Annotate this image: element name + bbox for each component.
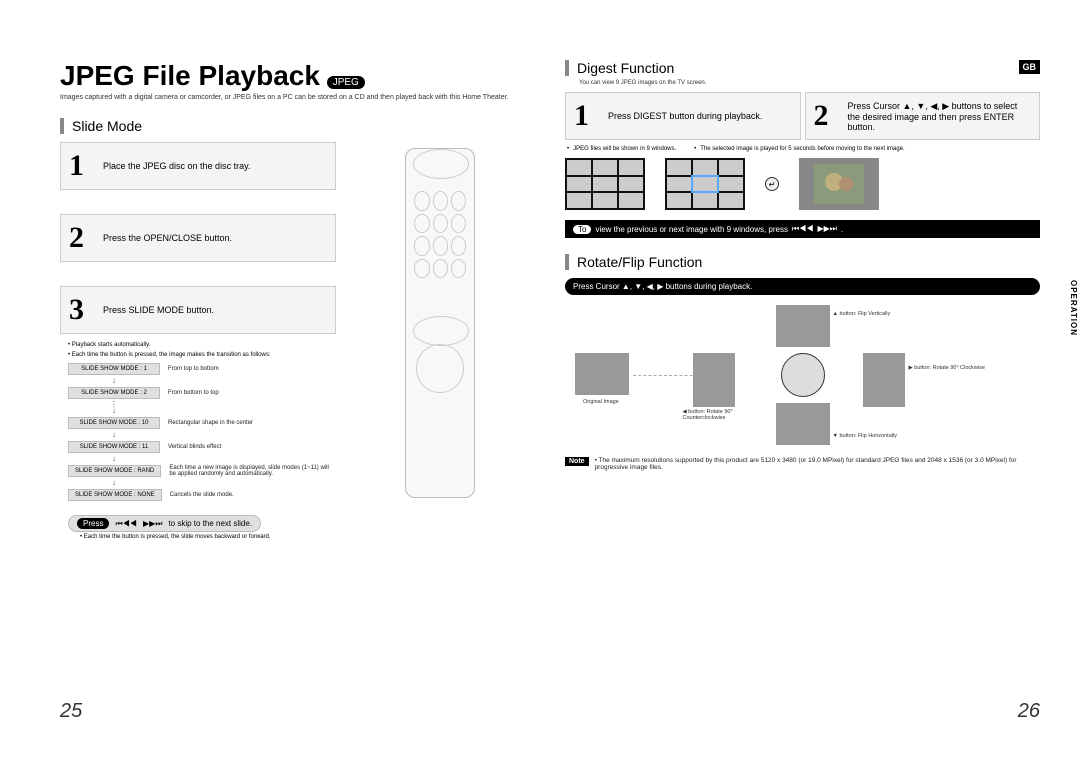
rotate-down-thumb	[776, 403, 830, 445]
step-2-number: 2	[69, 221, 93, 255]
step-2: 2 Press the OPEN/CLOSE button.	[60, 214, 336, 262]
digest-step1-num: 1	[574, 99, 598, 133]
mode-2-desc: From bottom to top	[168, 390, 219, 396]
digest-heading: Digest Function	[565, 60, 1040, 76]
slide-mode-notes: • Playback starts automatically. • Each …	[68, 340, 336, 501]
rotate-left-label: ◀ button: Rotate 90° Counterclockwise	[683, 409, 753, 421]
rotate-original-thumb	[575, 353, 629, 395]
skip-back-icon: ⏮◀◀	[115, 519, 136, 529]
rotate-up-label: ▲ button: Flip Vertically	[833, 311, 891, 317]
step-3-number: 3	[69, 293, 93, 327]
mode-1-label: SLIDE SHOW MODE : 1	[68, 363, 160, 375]
rotate-instruction-bar: Press Cursor ▲, ▼, ◀, ▶ buttons during p…	[565, 278, 1040, 295]
digest-strip-prefix: To	[573, 225, 591, 234]
rotate-center-dpad	[781, 353, 825, 397]
operation-side-tab: OPERATION	[1069, 280, 1078, 336]
digest-step-2: 2 Press Cursor ▲, ▼, ◀, ▶ buttons to sel…	[805, 92, 1041, 140]
rotate-heading: Rotate/Flip Function	[565, 254, 1040, 270]
digest-nav-strip: To view the previous or next image with …	[565, 220, 1040, 238]
jpeg-badge: JPEG	[327, 76, 365, 89]
digest-grid-1	[565, 158, 645, 210]
mode-2-label: SLIDE SHOW MODE : 2	[68, 387, 160, 399]
step-3: 3 Press SLIDE MODE button.	[60, 286, 336, 334]
prev-icon: ⏮◀◀	[792, 224, 813, 234]
next-icon: ▶▶⏭	[817, 224, 837, 234]
page-number-right: 26	[1018, 700, 1040, 723]
skip-slide-bar: Press ⏮◀◀ ▶▶⏭ to skip to the next slide.	[68, 515, 261, 532]
digest-grid-2	[665, 158, 745, 210]
arrow-down-icon: ↓	[68, 480, 160, 486]
step-1-number: 1	[69, 149, 93, 183]
skip-prefix: Press	[77, 518, 109, 529]
rotate-up-thumb	[776, 305, 830, 347]
digest-sub1: JPEG files will be shown in 9 windows.	[573, 146, 676, 152]
arrow-down-icon: ↓	[68, 378, 160, 384]
digest-step2-num: 2	[814, 99, 838, 133]
note-box: Note • The maximum resolutions supported…	[565, 457, 1040, 471]
mode-11-desc: Vertical blinds effect	[168, 444, 221, 450]
note-text: The maximum resolutions supported by thi…	[595, 457, 1017, 471]
arrow-down-icon: ⋮↓	[68, 402, 160, 414]
rotate-diagram: Original Image ▲ button: Flip Vertically…	[565, 305, 1040, 445]
digest-thumbnails: ↵	[565, 158, 1040, 210]
rotate-down-label: ▼ button: Flip Horizontally	[833, 433, 897, 439]
digest-step2-text: Press Cursor ▲, ▼, ◀, ▶ buttons to selec…	[848, 101, 1032, 132]
mode-1-desc: From top to bottom	[168, 366, 219, 372]
digest-step1-text: Press DIGEST button during playback.	[608, 111, 762, 121]
digest-sub2: The selected image is played for 5 secon…	[700, 146, 904, 152]
slide-bullet-1: Playback starts automatically.	[72, 342, 151, 348]
mode-none-label: SLIDE SHOW MODE : NONE	[68, 489, 162, 501]
skip-note: Each time the button is pressed, the sli…	[84, 534, 271, 540]
slide-mode-heading: Slide Mode	[60, 118, 535, 134]
gb-badge: GB	[1019, 60, 1041, 74]
mode-11-label: SLIDE SHOW MODE : 11	[68, 441, 160, 453]
rotate-original-label: Original Image	[583, 399, 619, 405]
digest-step-1: 1 Press DIGEST button during playback.	[565, 92, 801, 140]
step-1-text: Place the JPEG disc on the disc tray.	[103, 161, 250, 171]
rotate-right-thumb	[863, 353, 905, 407]
digest-subnote: You can view 9 JPEG images on the TV scr…	[579, 80, 1040, 86]
step-1: 1 Place the JPEG disc on the disc tray.	[60, 142, 336, 190]
digest-selected-image	[799, 158, 879, 210]
intro-text: Images captured with a digital camera or…	[60, 94, 535, 102]
page-title: JPEG File Playback	[60, 60, 320, 92]
digest-strip-text: view the previous or next image with 9 w…	[595, 225, 788, 234]
rotate-right-label: ▶ button: Rotate 90° Clockwise	[909, 365, 985, 371]
mode-none-desc: Cancels the slide mode.	[170, 492, 234, 498]
skip-text: to skip to the next slide.	[168, 519, 252, 528]
remote-control-illustration	[405, 148, 475, 498]
mode-10-label: SLIDE SHOW MODE : 10	[68, 417, 160, 429]
mode-rand-label: SLIDE SHOW MODE : RAND	[68, 465, 161, 477]
slide-bullet-2: Each time the button is pressed, the ima…	[72, 352, 271, 358]
mode-rand-desc: Each time a new image is displayed, slid…	[169, 465, 329, 477]
step-3-text: Press SLIDE MODE button.	[103, 305, 214, 315]
arrow-down-icon: ↓	[68, 456, 160, 462]
arrow-down-icon: ↓	[68, 432, 160, 438]
mode-10-desc: Rectangular shape in the center	[168, 420, 253, 426]
enter-icon: ↵	[765, 177, 779, 191]
skip-fwd-icon: ▶▶⏭	[143, 519, 163, 529]
note-tag: Note	[565, 457, 589, 466]
page-number-left: 25	[60, 700, 82, 723]
rotate-left-thumb	[693, 353, 735, 407]
step-2-text: Press the OPEN/CLOSE button.	[103, 233, 232, 243]
